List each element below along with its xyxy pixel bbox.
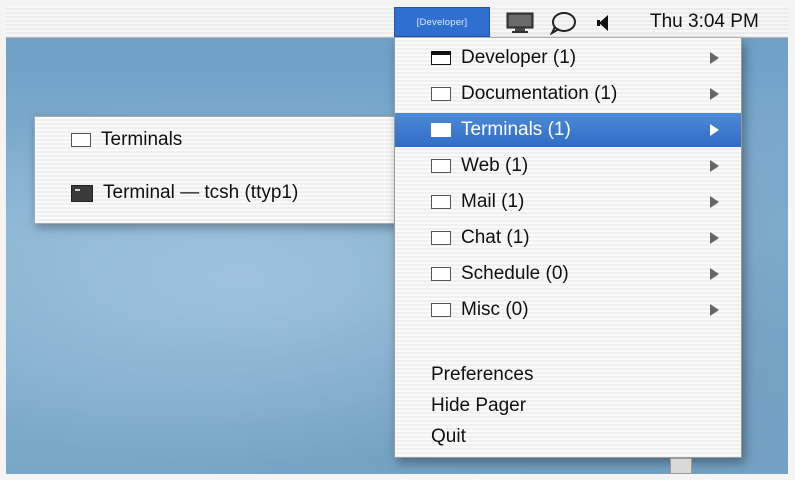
window-icon <box>431 159 451 173</box>
menu-item-label: Web (1) <box>461 155 529 176</box>
window-icon <box>431 267 451 281</box>
menu-item-web[interactable]: Web (1) <box>395 149 741 183</box>
submenu-header: Terminals <box>35 123 395 157</box>
submenu-arrow-icon <box>710 52 719 64</box>
menu-item-misc[interactable]: Misc (0) <box>395 293 741 327</box>
submenu-arrow-icon <box>710 268 719 280</box>
display-icon[interactable] <box>505 12 535 39</box>
speech-bubble-icon[interactable] <box>549 11 577 40</box>
submenu-arrow-icon <box>710 196 719 208</box>
submenu-arrow-icon <box>710 304 719 316</box>
dock-item[interactable] <box>670 458 692 474</box>
menu-item-quit[interactable]: Quit <box>395 422 741 452</box>
terminal-icon <box>71 184 93 202</box>
screen: [Developer] Thu 3:04 PM Terminals Termin… <box>6 6 788 474</box>
menu-item-documentation[interactable]: Documentation (1) <box>395 77 741 111</box>
menu-item-developer[interactable]: Developer (1) <box>395 41 741 75</box>
pager-menu: Developer (1) Documentation (1) Terminal… <box>394 38 742 458</box>
submenu-item-terminal[interactable]: Terminal — tcsh (ttyp1) <box>35 176 395 210</box>
menu-action-label: Quit <box>431 426 466 447</box>
menu-item-hide-pager[interactable]: Hide Pager <box>395 391 741 421</box>
menu-bar-clock[interactable]: Thu 3:04 PM <box>650 11 759 33</box>
volume-icon[interactable] <box>596 14 610 37</box>
menu-item-schedule[interactable]: Schedule (0) <box>395 257 741 291</box>
pager-menu-extra[interactable]: [Developer] <box>394 7 490 37</box>
terminals-submenu: Terminals Terminal — tcsh (ttyp1) <box>34 116 396 224</box>
window-active-icon <box>431 51 451 65</box>
menu-item-mail[interactable]: Mail (1) <box>395 185 741 219</box>
menu-item-label: Schedule (0) <box>461 263 569 284</box>
menu-item-label: Chat (1) <box>461 227 530 248</box>
window-icon <box>431 231 451 245</box>
submenu-arrow-icon <box>710 124 719 136</box>
menu-action-label: Hide Pager <box>431 395 527 416</box>
submenu-header-label: Terminals <box>101 129 183 150</box>
menu-bar: [Developer] Thu 3:04 PM <box>6 6 788 38</box>
menu-item-terminals[interactable]: Terminals (1) <box>395 113 741 147</box>
menu-item-label: Misc (0) <box>461 299 529 320</box>
menu-item-label: Developer (1) <box>461 47 577 68</box>
menu-item-label: Mail (1) <box>461 191 525 212</box>
submenu-arrow-icon <box>710 160 719 172</box>
menu-item-label: Documentation (1) <box>461 83 618 104</box>
menu-action-label: Preferences <box>431 364 534 385</box>
window-icon <box>71 133 91 147</box>
submenu-arrow-icon <box>710 232 719 244</box>
window-icon <box>431 87 451 101</box>
submenu-arrow-icon <box>710 88 719 100</box>
menu-item-label: Terminals (1) <box>461 119 571 140</box>
window-icon <box>431 123 451 137</box>
menu-item-chat[interactable]: Chat (1) <box>395 221 741 255</box>
pager-label: [Developer] <box>416 16 468 28</box>
window-icon <box>431 303 451 317</box>
window-icon <box>431 195 451 209</box>
menu-item-preferences[interactable]: Preferences <box>395 360 741 390</box>
submenu-item-label: Terminal — tcsh (ttyp1) <box>103 182 299 203</box>
